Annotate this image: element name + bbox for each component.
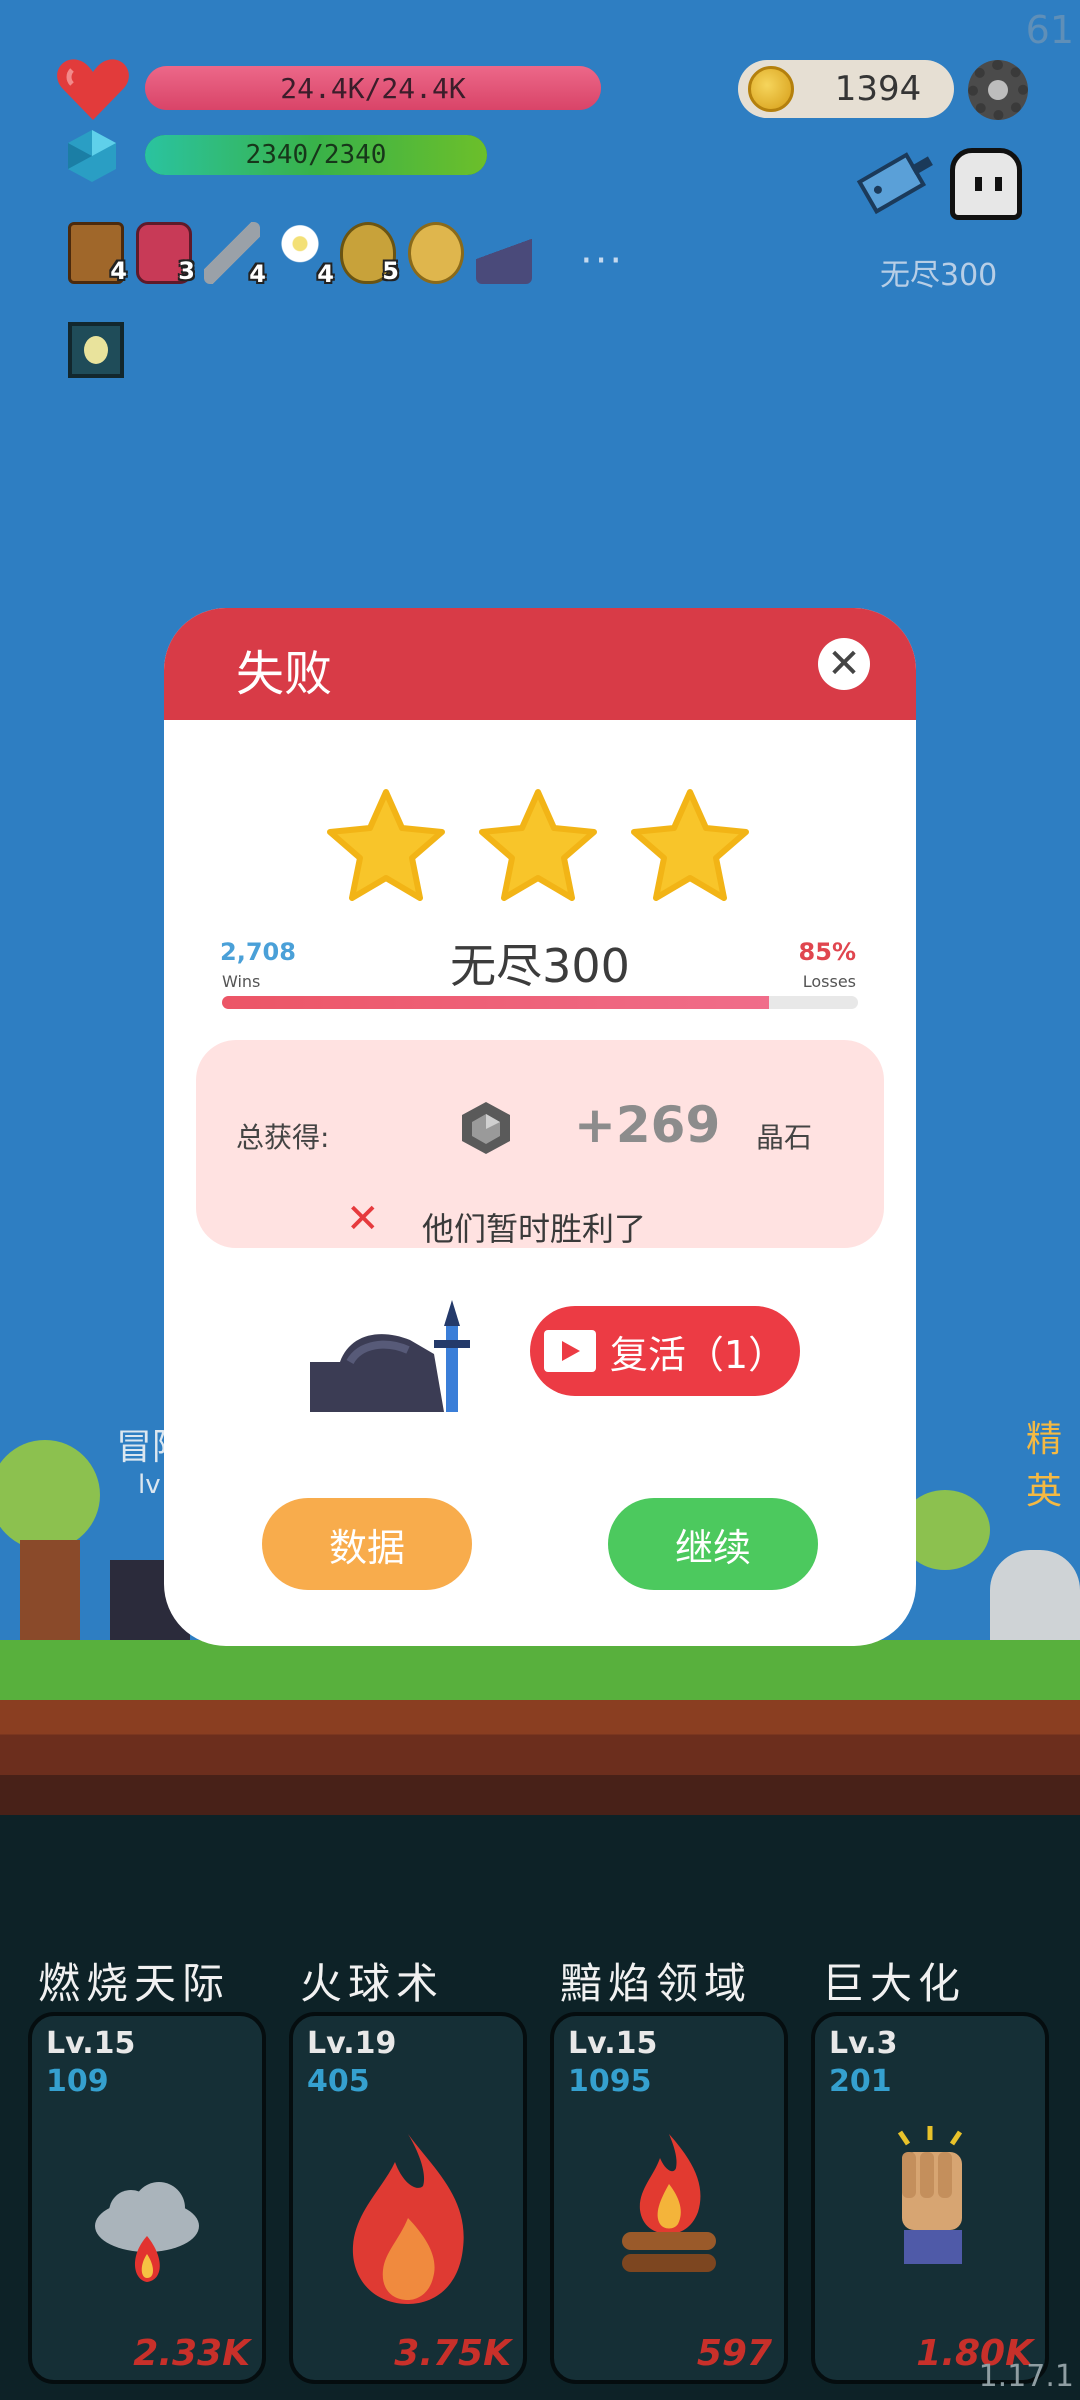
skill-cost: 201 — [829, 2064, 892, 2099]
cloud-fire-icon — [95, 2182, 199, 2282]
flame-icon — [352, 2134, 464, 2304]
losses-label: Losses — [802, 972, 856, 991]
skill-card-2[interactable]: Lv.19 405 3.75K — [289, 2012, 527, 2384]
skill-card-3[interactable]: Lv.15 1095 597 — [550, 2012, 788, 2384]
crystal-icon — [68, 130, 116, 182]
star-icon — [479, 789, 597, 901]
sword-icon[interactable]: 4 — [204, 222, 266, 288]
endless-stage-label: 无尽300 — [880, 258, 998, 293]
coin-value: 1394 — [834, 69, 922, 109]
revive-label: 复活（1） — [609, 1332, 787, 1377]
skill-cost: 109 — [46, 2064, 109, 2099]
lightbulb-icon[interactable] — [68, 322, 124, 378]
campfire-icon — [622, 2134, 716, 2272]
adventure-sublabel: lv — [138, 1470, 161, 1500]
star-icon — [631, 789, 749, 901]
house-left — [20, 1540, 80, 1640]
skill-damage: 2.33K — [133, 2333, 250, 2374]
skill-name-4: 巨大化 — [822, 1959, 967, 2008]
flower-icon[interactable]: 4 — [272, 222, 334, 288]
rock-right — [990, 1550, 1080, 1640]
video-ad-icon — [543, 1330, 596, 1372]
fist-icon — [897, 2126, 963, 2264]
skill-cost: 405 — [307, 2064, 370, 2099]
wizard-hat-icon[interactable] — [476, 222, 532, 284]
star-rating — [324, 788, 752, 906]
fps-counter: 61 — [1025, 8, 1074, 52]
coin-icon — [748, 66, 794, 112]
settings-gear-icon[interactable] — [968, 60, 1028, 120]
crystal-gem-icon — [462, 1102, 510, 1154]
coin-counter[interactable]: 1394 — [738, 60, 954, 118]
dialog-title: 失败 — [236, 646, 333, 702]
tombstone-sword-icon — [310, 1300, 470, 1412]
inventory-row: 4 3 4 4 5 — [68, 222, 532, 288]
win-loss-progress — [222, 996, 858, 1009]
fail-x-icon: ✕ — [346, 1196, 380, 1242]
skill-damage: 597 — [696, 2333, 772, 2374]
version-label: 1.17.1 — [978, 2359, 1074, 2394]
reward-unit: 晶石 — [756, 1121, 813, 1154]
ghost-pet-icon[interactable] — [950, 148, 1022, 220]
close-icon[interactable]: ✕ — [818, 638, 870, 690]
skill-level: Lv.3 — [829, 2026, 898, 2061]
skill-level: Lv.15 — [46, 2026, 136, 2061]
skill-level: Lv.15 — [568, 2026, 658, 2061]
losses-value: 85% — [798, 938, 856, 966]
elite-label[interactable]: 精英 — [1026, 1410, 1080, 1514]
skill-cost: 1095 — [568, 2064, 652, 2099]
star-icon — [327, 789, 445, 901]
skill-card-1[interactable]: Lv.15 109 2.33K — [28, 2012, 266, 2384]
skill-damage: 3.75K — [394, 2333, 511, 2374]
win-loss-progress-fill — [222, 996, 769, 1009]
hp-bar: 24.4K/24.4K — [145, 66, 601, 110]
result-message: 他们暂时胜利了 — [422, 1210, 647, 1248]
defeat-dialog: 失败 ✕ 2,708 Wins 无尽300 85% Losses 总获得: +2… — [164, 608, 916, 1646]
skill-level: Lv.19 — [307, 2026, 397, 2061]
skill-name-1: 燃烧天际 — [38, 1959, 231, 2008]
more-items-icon[interactable]: ··· — [580, 238, 624, 284]
skill-name-2: 火球术 — [300, 1959, 445, 2008]
dirt-layer — [0, 1700, 1080, 1815]
jam-jar-icon[interactable]: 3 — [136, 222, 195, 285]
reward-panel: 总获得: +269 晶石 ✕ 他们暂时胜利了 — [196, 1040, 884, 1248]
data-button[interactable]: 数据 — [262, 1498, 472, 1590]
skill-name-3: 黯焰领域 — [560, 1959, 753, 2008]
mana-bar: 2340/2340 — [145, 135, 487, 175]
mana-text: 2340/2340 — [245, 140, 387, 170]
golden-egg-icon[interactable]: 5 — [340, 222, 399, 285]
heart-icon — [57, 59, 129, 120]
grass-ground — [0, 1640, 1080, 1700]
reward-value: +269 — [574, 1096, 721, 1154]
cookie-icon[interactable] — [408, 222, 464, 284]
hp-text: 24.4K/24.4K — [280, 71, 466, 105]
skill-card-4[interactable]: Lv.3 201 1.80K — [811, 2012, 1049, 2384]
reward-label: 总获得: — [236, 1121, 330, 1154]
revive-button[interactable]: 复活（1） — [530, 1306, 800, 1396]
continue-button[interactable]: 继续 — [608, 1498, 818, 1590]
book-icon[interactable]: 4 — [68, 222, 127, 285]
